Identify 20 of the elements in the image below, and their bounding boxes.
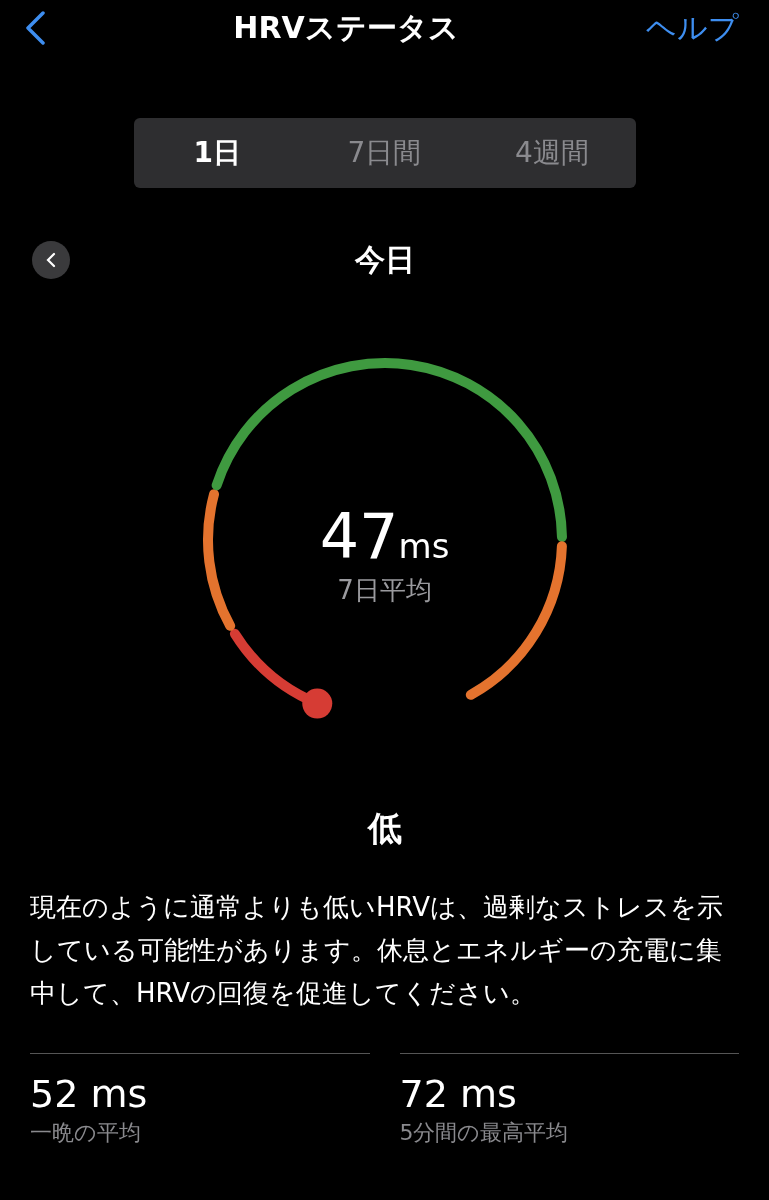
- stat-label: 5分間の最高平均: [399, 1119, 570, 1147]
- period-title: 今日: [354, 240, 415, 279]
- stat-value: 52 ms: [30, 1072, 149, 1116]
- screen-title: HRVステータス: [233, 8, 459, 47]
- previous-button[interactable]: [32, 241, 70, 279]
- stat-label: 一晩の平均: [30, 1119, 142, 1147]
- back-button[interactable]: [24, 11, 46, 45]
- hrv-unit: ms: [398, 526, 450, 566]
- range-tab[interactable]: 4週間: [468, 118, 636, 188]
- range-tab[interactable]: 7日間: [300, 118, 469, 188]
- hrv-value: 47: [319, 500, 399, 573]
- status-label: 低: [367, 807, 402, 850]
- back-icon: [24, 11, 46, 45]
- gauge-caption: 7日平均: [337, 574, 432, 607]
- stat-value: 72 ms: [399, 1072, 518, 1116]
- gauge-marker: [301, 688, 332, 719]
- chevron-left-icon: [45, 252, 57, 268]
- range-tab[interactable]: 1日: [133, 118, 301, 188]
- help-link[interactable]: ヘルプ: [646, 7, 739, 49]
- status-description: 現在のように通常よりも低いHRVは、過剰なストレスを示している可能性があります。休息とエネルギーの充電に集中して、HRVの回復を促進してください。: [29, 891, 724, 1010]
